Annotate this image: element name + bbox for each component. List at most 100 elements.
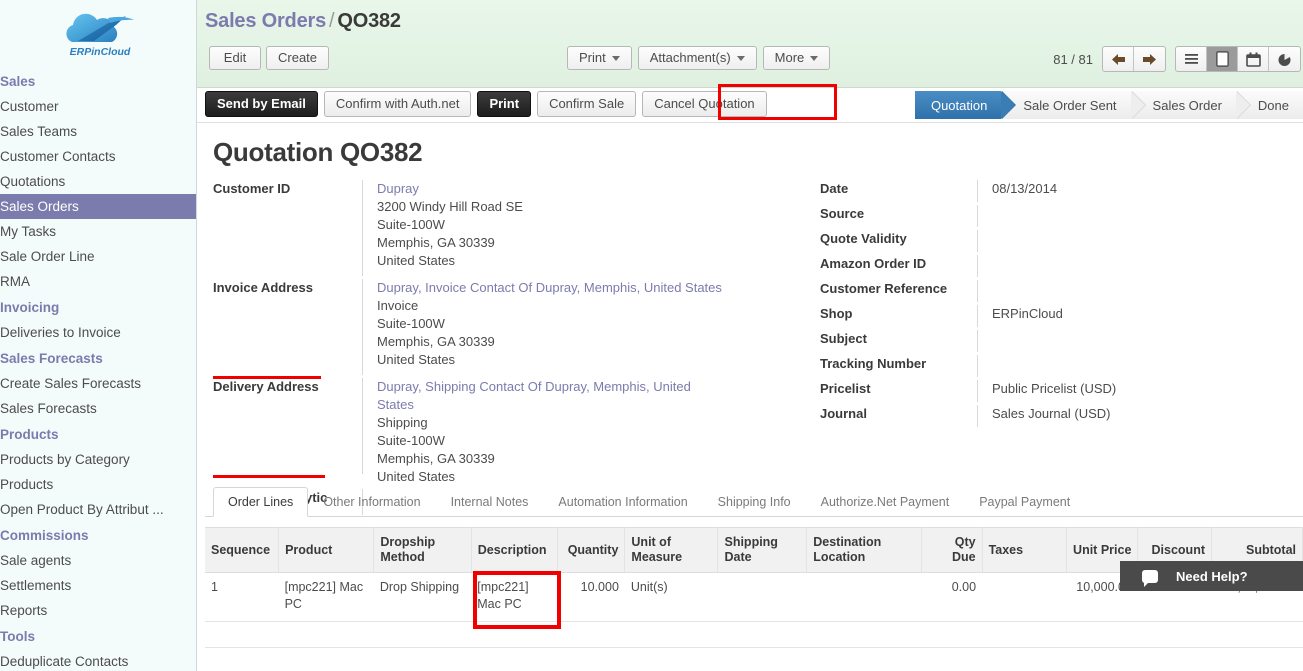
sidebar-item-rma[interactable]: RMA [0, 269, 196, 294]
sidebar-item-sales-forecasts[interactable]: Sales Forecasts [0, 396, 196, 421]
attachments-dropdown-button[interactable]: Attachment(s) [637, 46, 757, 70]
sidebar-item-sale-agents[interactable]: Sale agents [0, 548, 196, 573]
cell-empty [373, 621, 472, 648]
col-description: Description [471, 527, 559, 573]
tab-shipping-info[interactable]: Shipping Info [703, 487, 806, 517]
field-label-invoice-address: Invoice Address [213, 279, 363, 379]
field-value-subject [978, 330, 1271, 352]
stage-sale-order-sent[interactable]: Sale Order Sent [1001, 91, 1146, 119]
sidebar-item-create-sales-forecasts[interactable]: Create Sales Forecasts [0, 371, 196, 396]
chevron-down-icon [611, 56, 620, 62]
col-unit-of-measure: Unit of Measure [624, 527, 719, 573]
cell-qty-due: 0.00 [921, 572, 983, 622]
sidebar-item-products-by-category[interactable]: Products by Category [0, 447, 196, 472]
field-label-customer-reference: Customer Reference [820, 280, 978, 302]
stage-sales-order[interactable]: Sales Order [1130, 91, 1251, 119]
cell-description: [mpc221] Mac PC [471, 572, 558, 622]
chat-bubble-icon [1142, 569, 1158, 587]
sidebar-item-quotations[interactable]: Quotations [0, 169, 196, 194]
cell-empty [205, 621, 279, 648]
cell-empty [1066, 621, 1138, 648]
sidebar-item-settlements[interactable]: Settlements [0, 573, 196, 598]
tab-authorize-net-payment[interactable]: Authorize.Net Payment [806, 487, 965, 517]
field-label-pricelist: Pricelist [820, 380, 978, 402]
cell-empty [557, 621, 625, 648]
send-by-email-button[interactable]: Send by Email [205, 91, 318, 117]
tab-order-lines[interactable]: Order Lines [213, 487, 309, 517]
col-quantity: Quantity [557, 527, 626, 573]
sidebar-section-sales: Sales [0, 74, 36, 89]
confirm-with-auth-net-button[interactable]: Confirm with Auth.net [323, 91, 472, 117]
toolbar-left-buttons: Edit Create [209, 46, 334, 70]
print-button[interactable]: Print [477, 91, 532, 117]
tab-internal-notes[interactable]: Internal Notes [436, 487, 544, 517]
arrow-right-icon[interactable] [1134, 47, 1165, 71]
tab-paypal-payment[interactable]: Paypal Payment [964, 487, 1085, 517]
edit-button[interactable]: Edit [209, 46, 261, 70]
field-value-pricelist[interactable]: Public Pricelist (USD) [978, 380, 1271, 402]
stage-label: Sales Order [1152, 97, 1222, 113]
list-view-glyph [1184, 54, 1198, 64]
sidebar-section-tools: Tools [0, 629, 35, 644]
field-value-journal[interactable]: Sales Journal (USD) [978, 405, 1271, 427]
cell-empty [717, 621, 807, 648]
cancel-quotation-button[interactable]: Cancel Quotation [642, 91, 767, 117]
sidebar-item-deliveries-to-invoice[interactable]: Deliveries to Invoice [0, 320, 196, 345]
address-line: United States [377, 253, 456, 268]
field-value-tracking-number [978, 355, 1271, 377]
sidebar-section-invoicing: Invoicing [0, 300, 60, 315]
field-label-journal: Journal [820, 405, 978, 427]
list-view-icon[interactable] [1176, 47, 1207, 71]
confirm-sale-button[interactable]: Confirm Sale [537, 91, 637, 117]
breadcrumb-parent-link[interactable]: Sales Orders [205, 10, 326, 32]
cell-uom: Unit(s) [624, 572, 718, 622]
erpincloud-logo-icon: ERPinCloud [66, 13, 134, 58]
table-empty-row[interactable] [205, 621, 1303, 648]
sidebar-section-products: Products [0, 427, 59, 442]
application-window: ERPinCloud Sales Customer Sales Teams Custo… [0, 0, 1303, 671]
sidebar-nav: Sales Customer Sales Teams Customer Contact… [0, 68, 196, 671]
sidebar-item-reports[interactable]: Reports [0, 598, 196, 623]
sidebar-item-customer[interactable]: Customer [0, 94, 196, 119]
graph-view-icon[interactable] [1269, 47, 1300, 71]
cell-empty [982, 621, 1067, 648]
sidebar-item-sales-teams[interactable]: Sales Teams [0, 119, 196, 144]
pager-and-views: 81 / 81 [1053, 46, 1301, 72]
brand-logo[interactable]: ERPinCloud [0, 0, 196, 68]
col-dropship-method: Dropship Method [373, 527, 472, 573]
print-dropdown-button[interactable]: Print [567, 46, 632, 70]
sidebar-item-open-product-by-attribut[interactable]: Open Product By Attribut ... [0, 497, 196, 522]
field-link[interactable]: Dupray [377, 180, 730, 198]
col-sequence: Sequence [205, 527, 280, 573]
need-help-widget[interactable]: Need Help? [1120, 561, 1303, 591]
status-action-bar: Send by Email Confirm with Auth.net Print C… [197, 88, 1303, 123]
sidebar-item-customer-contacts[interactable]: Customer Contacts [0, 144, 196, 169]
field-row: Quote Validity [820, 230, 1271, 252]
stage-label: Done [1257, 97, 1289, 113]
cell-empty [278, 621, 374, 648]
sidebar-item-sale-order-line[interactable]: Sale Order Line [0, 244, 196, 269]
sidebar-item-sales-orders[interactable]: Sales Orders [0, 194, 196, 219]
sidebar-item-deduplicate-contacts[interactable]: Deduplicate Contacts [0, 649, 196, 671]
arrow-left-icon[interactable] [1103, 47, 1134, 71]
stage-quotation[interactable]: Quotation [914, 91, 1017, 119]
address-line: 3200 Windy Hill Road SE [377, 199, 523, 214]
field-row: Subject [820, 330, 1271, 352]
tab-other-information[interactable]: Other Information [308, 487, 435, 517]
more-dropdown-button[interactable]: More [762, 46, 831, 70]
cell-dropship-method: Drop Shipping [373, 572, 472, 622]
graph-view-glyph [1278, 52, 1291, 66]
field-link[interactable]: Dupray, Shipping Contact Of Dupray, Memp… [377, 378, 730, 414]
field-link[interactable]: Dupray, Invoice Contact Of Dupray, Memph… [377, 279, 730, 297]
create-button[interactable]: Create [266, 46, 330, 70]
sidebar-item-products[interactable]: Products [0, 472, 196, 497]
cell-taxes [982, 572, 1067, 622]
calendar-view-icon[interactable] [1238, 47, 1269, 71]
arrow-left-glyph [1111, 53, 1125, 65]
toolbar-dropdown-buttons: Print Attachment(s) More [567, 46, 836, 70]
sidebar-item-my-tasks[interactable]: My Tasks [0, 219, 196, 244]
field-row: Journal Sales Journal (USD) [820, 405, 1271, 427]
chevron-down-icon [810, 56, 819, 62]
tab-automation-information[interactable]: Automation Information [543, 487, 702, 517]
form-view-icon[interactable] [1207, 47, 1238, 71]
